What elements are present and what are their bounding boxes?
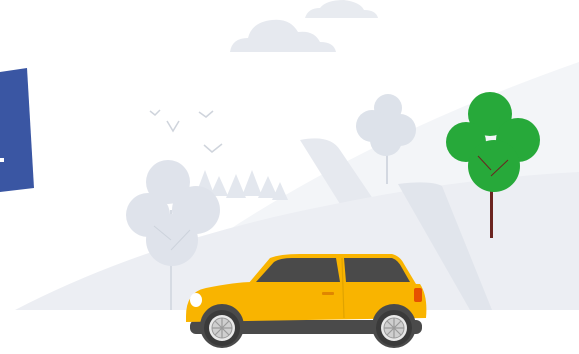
cloud-icon (305, 0, 378, 18)
wheel-rear (376, 310, 412, 346)
bird-icon (149, 109, 223, 153)
blue-banner (0, 68, 34, 192)
cloud-icon (230, 19, 336, 52)
wheel-front (204, 310, 240, 346)
banner-mark (0, 158, 4, 162)
illustration-scene (0, 0, 579, 354)
